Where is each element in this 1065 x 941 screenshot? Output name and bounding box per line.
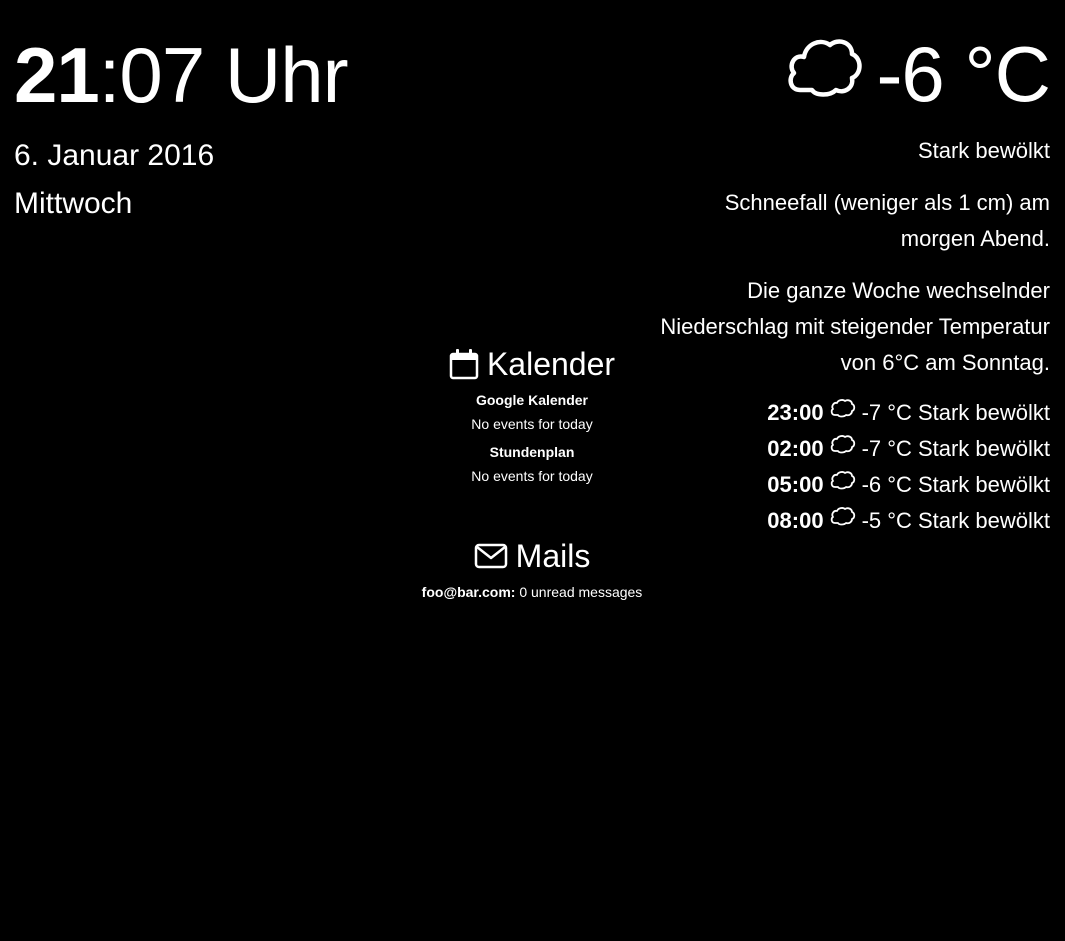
forecast-condition: Stark bewölkt — [917, 508, 1050, 533]
weather-module: -6 °C Stark bewölkt Schneefall (weniger … — [650, 28, 1051, 539]
forecast-row: 05:00 -6 °C Stark bewölkt — [650, 467, 1050, 503]
forecast-condition: Stark bewölkt — [917, 436, 1050, 461]
forecast-time: 02:00 — [767, 436, 824, 461]
forecast-temperature: -5 °C — [861, 508, 912, 533]
cloud-icon — [830, 399, 855, 418]
calendar-title: Kalender — [486, 346, 616, 382]
clock-module: 21:07 Uhr 6. Januar 2016 Mittwoch — [14, 30, 434, 224]
current-weekday: Mittwoch — [14, 187, 133, 220]
mail-account-row: foo@bar.com: 0 unread messages — [332, 580, 732, 604]
forecast-time: 08:00 — [767, 508, 824, 533]
calendar-icon — [449, 349, 479, 380]
forecast-row: 02:00 -7 °C Stark bewölkt — [650, 431, 1050, 467]
time-minutes: :07 Uhr — [98, 31, 349, 119]
forecast-row: 08:00 -5 °C Stark bewölkt — [650, 503, 1050, 539]
forecast-condition: Stark bewölkt — [917, 472, 1050, 497]
forecast-temperature: -6 °C — [861, 472, 912, 497]
current-time: 21:07 Uhr — [14, 30, 434, 120]
mail-unread-count: 0 unread messages — [515, 584, 643, 600]
calendar-name: Google Kalender — [475, 392, 589, 408]
cloud-icon — [830, 471, 855, 490]
forecast-list: 23:00 -7 °C Stark bewölkt 02:00 -7 °C St… — [650, 395, 1050, 539]
calendar-status: No events for today — [471, 468, 593, 484]
calendar-status: No events for today — [471, 416, 593, 432]
cloud-icon — [830, 507, 855, 526]
weather-summary: Stark bewölkt — [917, 138, 1050, 163]
forecast-condition: Stark bewölkt — [917, 400, 1050, 425]
cloud-icon — [830, 435, 855, 454]
calendar-name: Stundenplan — [489, 444, 575, 460]
current-temperature: -6 °C — [876, 30, 1051, 118]
weather-today-text: Schneefall (weniger als 1 cm) am morgen … — [724, 190, 1050, 251]
calendar-module: Kalender Google Kalender No events for t… — [372, 344, 692, 488]
current-date: 6. Januar 2016 — [14, 139, 215, 172]
weather-week-text: Die ganze Woche wechselnder Niederschlag… — [660, 278, 1050, 375]
forecast-temperature: -7 °C — [861, 400, 912, 425]
time-hours: 21 — [14, 31, 100, 119]
mail-header: Mails — [332, 536, 732, 576]
current-weather: -6 °C — [650, 28, 1051, 120]
mail-account: foo@bar.com: — [421, 584, 516, 600]
cloud-icon — [788, 39, 863, 97]
envelope-icon — [474, 543, 507, 569]
forecast-time: 23:00 — [767, 400, 824, 425]
forecast-time: 05:00 — [767, 472, 824, 497]
calendar-header: Kalender — [372, 344, 692, 384]
forecast-row: 23:00 -7 °C Stark bewölkt — [650, 395, 1050, 431]
mail-module: Mails foo@bar.com: 0 unread messages — [332, 536, 732, 604]
forecast-temperature: -7 °C — [861, 436, 912, 461]
mail-title: Mails — [515, 538, 591, 574]
